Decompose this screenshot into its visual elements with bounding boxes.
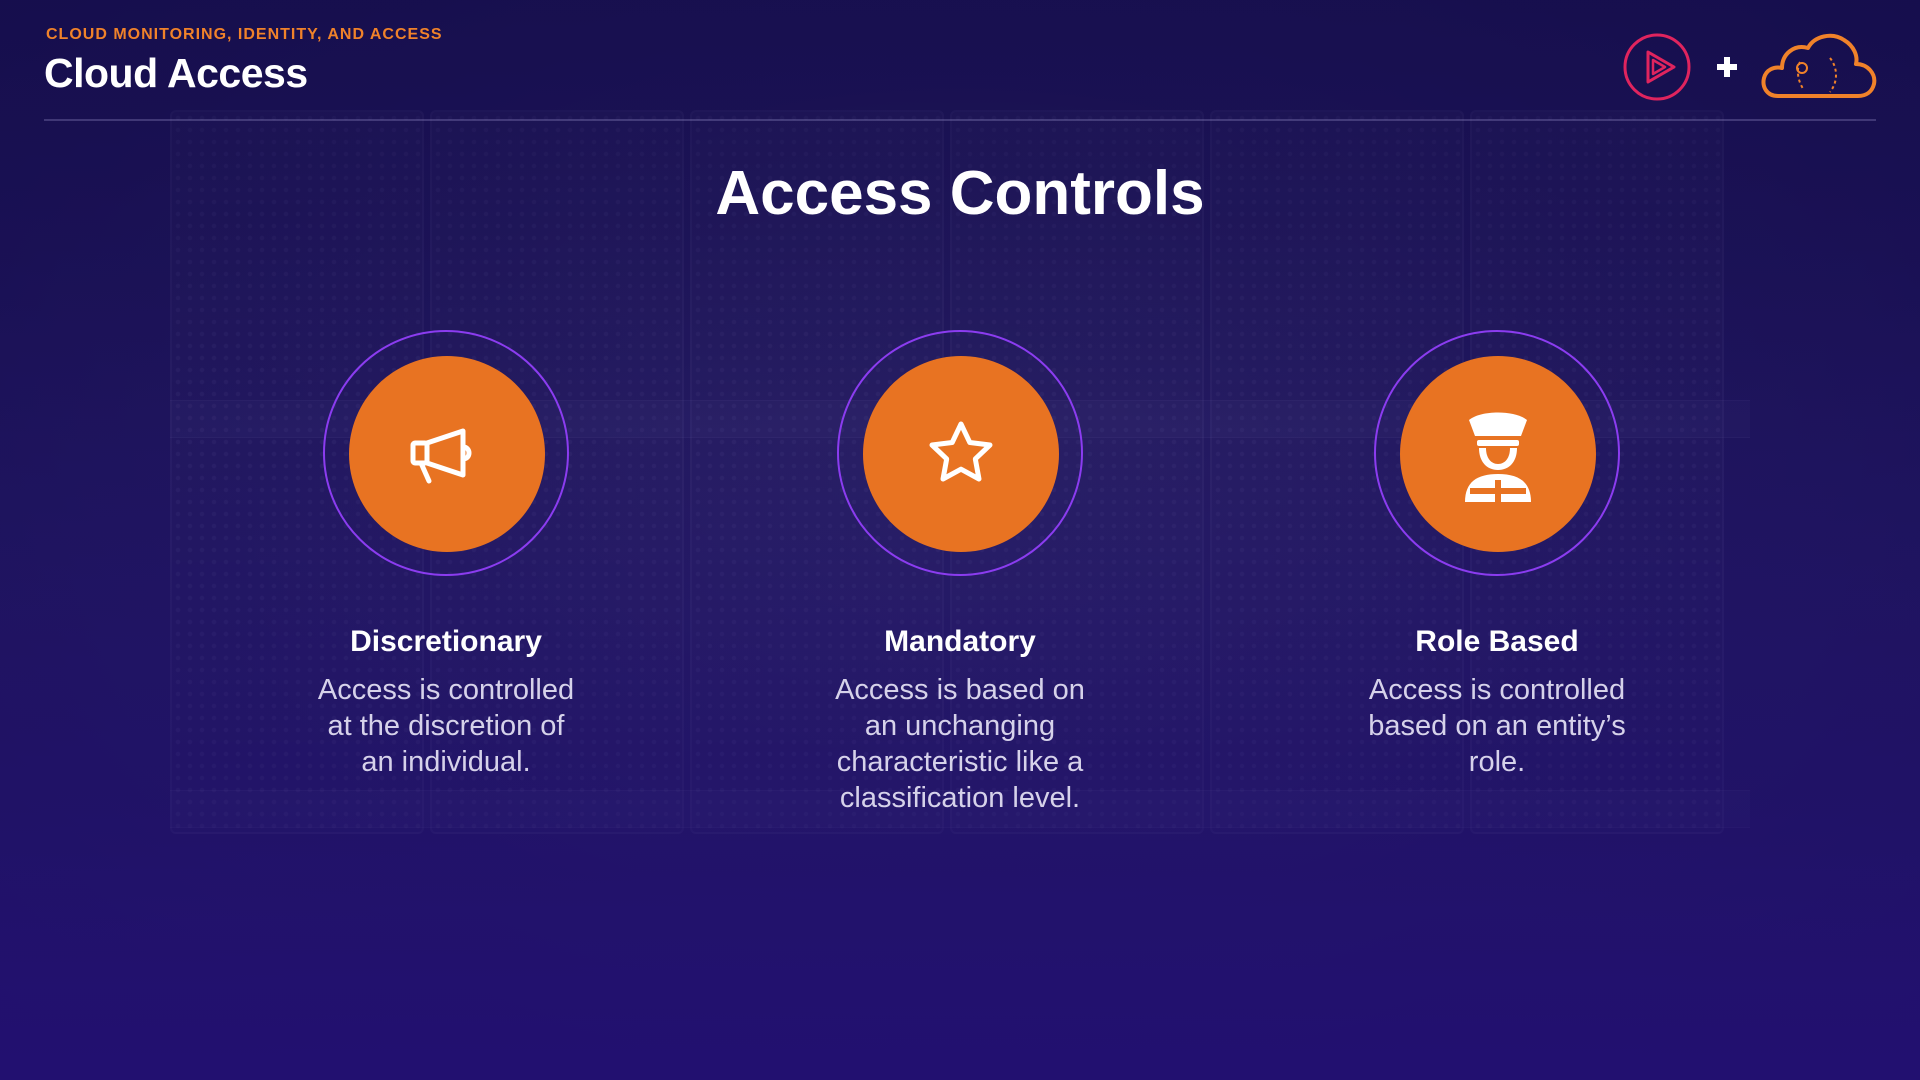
star-icon	[929, 421, 993, 482]
cloud-logo-icon	[1761, 33, 1877, 98]
access-control-card-mandatory: Mandatory Access is based on an unchangi…	[810, 330, 1110, 816]
course-kicker: CLOUD MONITORING, IDENTITY, AND ACCESS	[46, 26, 443, 43]
icon-disc	[863, 356, 1059, 552]
icon-disc	[1400, 356, 1596, 552]
icon-disc	[349, 356, 545, 552]
card-description: Access is controlled at the discretion o…	[317, 674, 575, 778]
slide-title: Access Controls	[715, 159, 1205, 228]
card-title: Role Based	[1415, 625, 1579, 658]
slide: CLOUD MONITORING, IDENTITY, AND ACCESS C…	[0, 0, 1920, 1080]
header-divider	[44, 119, 1876, 121]
megaphone-icon	[410, 428, 472, 484]
icon-ring	[1374, 330, 1620, 576]
card-title: Mandatory	[884, 625, 1036, 658]
play-logo-icon	[1623, 33, 1691, 101]
course-title: Cloud Access	[44, 50, 308, 96]
officer-icon	[1465, 412, 1531, 502]
icon-ring	[837, 330, 1083, 576]
icon-ring	[323, 330, 569, 576]
plus-icon	[1717, 57, 1737, 77]
card-description: Access is based on an unchanging charact…	[835, 674, 1085, 814]
card-title: Discretionary	[350, 625, 542, 658]
card-description: Access is controlled based on an entity’…	[1368, 674, 1626, 778]
access-control-card-role-based: Role Based Access is controlled based on…	[1347, 330, 1647, 780]
access-control-card-discretionary: Discretionary Access is controlled at th…	[296, 330, 596, 780]
